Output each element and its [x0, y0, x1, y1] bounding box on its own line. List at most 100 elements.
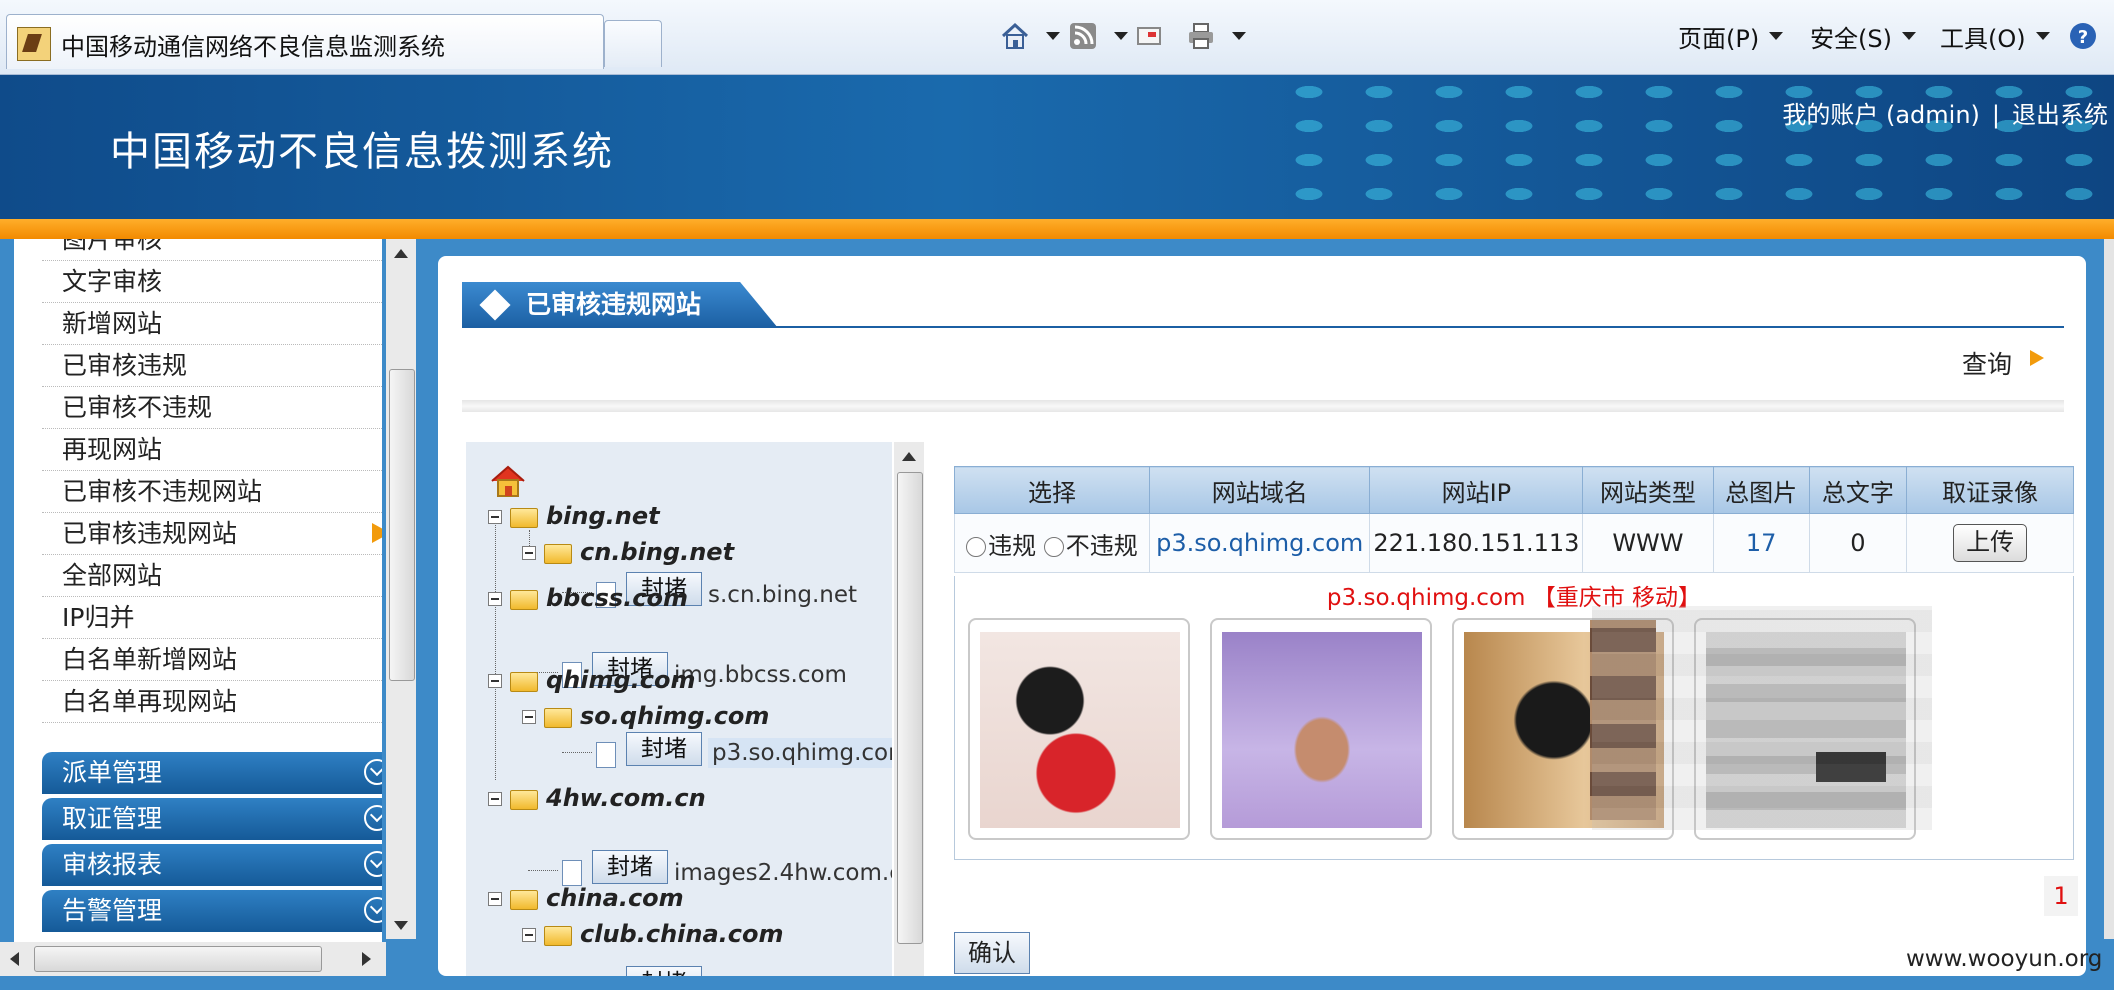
- collapse-icon[interactable]: [488, 510, 502, 524]
- feeds-button[interactable]: [1068, 14, 1128, 58]
- sidebar-item-label: 已审核违规: [62, 351, 188, 380]
- page-menu-label: 页面(P): [1678, 24, 1760, 53]
- sidebar-item-all-sites[interactable]: 全部网站: [42, 555, 382, 597]
- sidebar-horizontal-scrollbar[interactable]: [0, 942, 386, 976]
- sidebar-group-evidence[interactable]: 取证管理: [42, 798, 382, 840]
- user-links: 我的账户 (admin) | 退出系统: [1776, 95, 2114, 130]
- sidebar-item-label: 已审核不违规: [62, 393, 213, 422]
- collapse-icon[interactable]: [488, 674, 502, 688]
- violation-radio[interactable]: [966, 536, 987, 557]
- read-mail-button[interactable]: [1134, 14, 1170, 58]
- panel-title-text: 已审核违规网站: [526, 290, 702, 319]
- app-header: 中国移动不良信息拨测系统 我的账户 (admin) | 退出系统: [0, 75, 2114, 219]
- sidebar-item-reviewed-no-violation[interactable]: 已审核不违规: [42, 387, 382, 429]
- safety-menu[interactable]: 安全(S): [1810, 14, 1916, 58]
- block-button[interactable]: 封堵: [592, 850, 668, 884]
- sidebar-group-alerts[interactable]: 告警管理: [42, 890, 382, 932]
- my-account-link[interactable]: 我的账户 (admin): [1782, 101, 1980, 129]
- tools-menu[interactable]: 工具(O): [1940, 14, 2050, 58]
- screenshot-thumbnail[interactable]: [1210, 618, 1432, 840]
- scroll-right-icon[interactable]: [362, 952, 371, 966]
- collapse-icon[interactable]: [488, 792, 502, 806]
- page-vertical-scrollbar[interactable]: [2104, 239, 2114, 939]
- sidebar-item-reviewed-ok-sites[interactable]: 已审核不违规网站: [42, 471, 382, 513]
- tree-domain-so-qhimg[interactable]: so.qhimg.com: [580, 702, 769, 730]
- chevron-down-icon: [2035, 32, 2050, 40]
- sidebar-group-reports[interactable]: 审核报表: [42, 844, 382, 886]
- sidebar-item-whitelist-new[interactable]: 白名单新增网站: [42, 639, 382, 681]
- tree-host[interactable]: s.cn.bing.net: [708, 582, 857, 608]
- sidebar-item-reviewed-violation[interactable]: 已审核违规: [42, 345, 382, 387]
- sidebar-vertical-scrollbar[interactable]: [386, 239, 416, 939]
- scroll-up-icon[interactable]: [902, 452, 916, 461]
- sidebar-item-label: 再现网站: [62, 435, 163, 464]
- site-favicon-icon: [17, 27, 51, 61]
- app-title: 中国移动不良信息拨测系统: [110, 129, 614, 175]
- tree-domain-qhimg[interactable]: qhimg.com: [546, 666, 696, 694]
- query-link[interactable]: 查询: [1962, 345, 2012, 381]
- sidebar-item-label: IP归并: [62, 603, 135, 632]
- sidebar-item-reappeared-sites[interactable]: 再现网站: [42, 429, 382, 471]
- collapse-icon[interactable]: [488, 592, 502, 606]
- screenshot-thumbnail[interactable]: [968, 618, 1190, 840]
- not-violation-radio[interactable]: [1043, 536, 1064, 557]
- home-dropdown-icon[interactable]: [1046, 32, 1060, 40]
- scrollbar-thumb[interactable]: [389, 369, 415, 681]
- safety-menu-label: 安全(S): [1810, 24, 1892, 53]
- svg-text:?: ?: [2078, 27, 2088, 48]
- pagination-current-page[interactable]: 1: [2044, 876, 2078, 916]
- total-images-link[interactable]: 17: [1712, 513, 1810, 573]
- sidebar-item-ip-merge[interactable]: IP归并: [42, 597, 382, 639]
- tree-domain-bbcss[interactable]: bbcss.com: [546, 584, 688, 612]
- sidebar-group-dispatch[interactable]: 派单管理: [42, 752, 382, 794]
- tree-vertical-scrollbar[interactable]: [894, 442, 924, 982]
- sidebar-item-whitelist-reappeared[interactable]: 白名单再现网站: [42, 681, 382, 723]
- feeds-dropdown-icon[interactable]: [1114, 32, 1128, 40]
- tree-domain-4hw[interactable]: 4hw.com.cn: [546, 784, 706, 812]
- column-header: 总图片: [1712, 466, 1810, 514]
- home-button[interactable]: [1000, 14, 1060, 58]
- scroll-left-icon[interactable]: [10, 952, 19, 966]
- sidebar-item-label: 已审核不违规网站: [62, 477, 263, 506]
- print-button[interactable]: [1186, 14, 1246, 58]
- logout-link[interactable]: 退出系统: [2012, 101, 2108, 129]
- query-arrow-icon[interactable]: [2030, 350, 2044, 366]
- selection-cell: 违规 不违规: [954, 513, 1150, 573]
- tree-host[interactable]: images2.4hw.com.cn: [674, 860, 892, 886]
- block-button[interactable]: 封堵: [626, 732, 702, 766]
- tree-host-selected[interactable]: p3.so.qhimg.com: [708, 738, 892, 768]
- home-icon[interactable]: [490, 464, 526, 498]
- tree-domain-club-china[interactable]: club.china.com: [580, 920, 784, 948]
- new-tab-button[interactable]: [604, 20, 662, 67]
- scrollbar-thumb[interactable]: [34, 946, 322, 972]
- sidebar-item-image-review[interactable]: 图片审核: [42, 239, 382, 261]
- tree-host[interactable]: img.bbcss.com: [674, 662, 847, 688]
- collapse-icon[interactable]: [522, 710, 536, 724]
- sidebar-group-label: 审核报表: [62, 850, 163, 879]
- scroll-down-icon[interactable]: [394, 921, 408, 930]
- help-button[interactable]: ?: [2068, 14, 2114, 58]
- print-dropdown-icon[interactable]: [1232, 32, 1246, 40]
- sidebar-item-text-review[interactable]: 文字审核: [42, 261, 382, 303]
- column-header: 选择: [954, 466, 1150, 514]
- scroll-up-icon[interactable]: [394, 249, 408, 258]
- page-menu[interactable]: 页面(P): [1678, 14, 1784, 58]
- tree-domain-bing-net[interactable]: bing.net: [546, 502, 660, 530]
- not-violation-label: 不违规: [1065, 531, 1138, 560]
- tools-menu-label: 工具(O): [1940, 24, 2026, 53]
- sidebar-item-new-sites[interactable]: 新增网站: [42, 303, 382, 345]
- confirm-button[interactable]: 确认: [954, 932, 1030, 974]
- collapse-icon[interactable]: [522, 546, 536, 560]
- upload-button[interactable]: 上传: [1953, 524, 2028, 562]
- collapse-icon[interactable]: [488, 892, 502, 906]
- collapse-icon[interactable]: [522, 928, 536, 942]
- site-type: WWW: [1582, 513, 1714, 573]
- bottom-border: [0, 976, 2114, 990]
- panel-title-underline: [462, 326, 2064, 328]
- tree-domain-china[interactable]: china.com: [546, 884, 684, 912]
- scrollbar-thumb[interactable]: [897, 472, 923, 944]
- site-domain-link[interactable]: p3.so.qhimg.com: [1148, 513, 1371, 573]
- browser-tab[interactable]: 中国移动通信网络不良信息监测系统: [6, 14, 604, 69]
- tree-domain-cn-bing-net[interactable]: cn.bing.net: [580, 538, 734, 566]
- sidebar-item-reviewed-violation-sites[interactable]: 已审核违规网站: [42, 513, 382, 555]
